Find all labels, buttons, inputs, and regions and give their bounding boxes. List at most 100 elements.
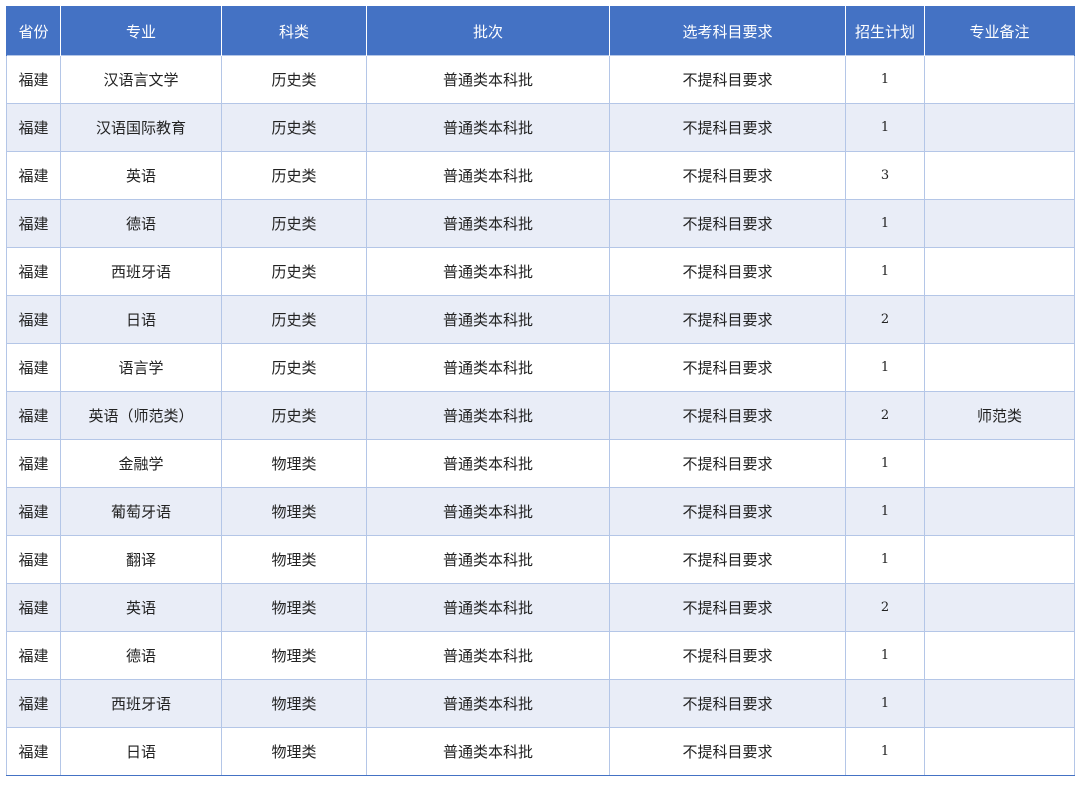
header-enrollment-plan: 招生计划 (845, 6, 925, 56)
table-row: 福建 翻译 物理类 普通类本科批 不提科目要求 1 (6, 535, 1075, 584)
cell-major: 葡萄牙语 (60, 487, 222, 536)
cell-batch: 普通类本科批 (366, 295, 610, 344)
cell-batch: 普通类本科批 (366, 535, 610, 584)
cell-elective-requirement: 不提科目要求 (609, 583, 846, 632)
table-header: 省份 专业 科类 批次 选考科目要求 招生计划 专业备注 (6, 6, 1075, 56)
cell-major-note (924, 199, 1075, 248)
cell-province: 福建 (6, 487, 61, 536)
cell-major-note (924, 727, 1075, 776)
table-row: 福建 西班牙语 历史类 普通类本科批 不提科目要求 1 (6, 247, 1075, 296)
header-batch: 批次 (366, 6, 610, 56)
cell-province: 福建 (6, 103, 61, 152)
cell-batch: 普通类本科批 (366, 199, 610, 248)
header-major: 专业 (60, 6, 222, 56)
cell-enrollment-plan: 1 (845, 535, 925, 584)
cell-elective-requirement: 不提科目要求 (609, 199, 846, 248)
header-province: 省份 (6, 6, 61, 56)
table-row: 福建 西班牙语 物理类 普通类本科批 不提科目要求 1 (6, 679, 1075, 728)
cell-province: 福建 (6, 55, 61, 104)
cell-enrollment-plan: 2 (845, 391, 925, 440)
cell-enrollment-plan: 1 (845, 343, 925, 392)
header-row: 省份 专业 科类 批次 选考科目要求 招生计划 专业备注 (6, 6, 1075, 56)
cell-enrollment-plan: 1 (845, 439, 925, 488)
cell-enrollment-plan: 1 (845, 679, 925, 728)
cell-elective-requirement: 不提科目要求 (609, 55, 846, 104)
cell-major-note (924, 151, 1075, 200)
cell-major: 汉语国际教育 (60, 103, 222, 152)
cell-elective-requirement: 不提科目要求 (609, 343, 846, 392)
cell-major: 语言学 (60, 343, 222, 392)
table-row: 福建 英语 物理类 普通类本科批 不提科目要求 2 (6, 583, 1075, 632)
cell-enrollment-plan: 1 (845, 199, 925, 248)
header-subject-category: 科类 (221, 6, 367, 56)
cell-subject-category: 物理类 (221, 631, 367, 680)
cell-enrollment-plan: 2 (845, 583, 925, 632)
cell-major-note (924, 295, 1075, 344)
cell-province: 福建 (6, 727, 61, 776)
table-row: 福建 语言学 历史类 普通类本科批 不提科目要求 1 (6, 343, 1075, 392)
cell-province: 福建 (6, 343, 61, 392)
cell-major-note (924, 679, 1075, 728)
cell-subject-category: 历史类 (221, 391, 367, 440)
table-body: 福建 汉语言文学 历史类 普通类本科批 不提科目要求 1 福建 汉语国际教育 历史类 普通类本科批… (6, 55, 1075, 776)
cell-subject-category: 历史类 (221, 343, 367, 392)
cell-province: 福建 (6, 583, 61, 632)
table-row: 福建 日语 物理类 普通类本科批 不提科目要求 1 (6, 727, 1075, 776)
table-row: 福建 日语 历史类 普通类本科批 不提科目要求 2 (6, 295, 1075, 344)
cell-elective-requirement: 不提科目要求 (609, 679, 846, 728)
cell-province: 福建 (6, 631, 61, 680)
cell-province: 福建 (6, 295, 61, 344)
cell-major-note: 师范类 (924, 391, 1075, 440)
cell-elective-requirement: 不提科目要求 (609, 439, 846, 488)
cell-province: 福建 (6, 439, 61, 488)
table-row: 福建 德语 物理类 普通类本科批 不提科目要求 1 (6, 631, 1075, 680)
cell-elective-requirement: 不提科目要求 (609, 295, 846, 344)
cell-batch: 普通类本科批 (366, 583, 610, 632)
cell-enrollment-plan: 1 (845, 727, 925, 776)
cell-major-note (924, 55, 1075, 104)
cell-major: 德语 (60, 631, 222, 680)
cell-province: 福建 (6, 247, 61, 296)
cell-major-note (924, 103, 1075, 152)
cell-subject-category: 物理类 (221, 727, 367, 776)
cell-batch: 普通类本科批 (366, 487, 610, 536)
cell-enrollment-plan: 2 (845, 295, 925, 344)
cell-subject-category: 物理类 (221, 679, 367, 728)
cell-major-note (924, 631, 1075, 680)
cell-major: 德语 (60, 199, 222, 248)
table-row: 福建 汉语言文学 历史类 普通类本科批 不提科目要求 1 (6, 55, 1075, 104)
table-row: 福建 金融学 物理类 普通类本科批 不提科目要求 1 (6, 439, 1075, 488)
cell-major-note (924, 439, 1075, 488)
cell-major: 西班牙语 (60, 247, 222, 296)
cell-elective-requirement: 不提科目要求 (609, 727, 846, 776)
cell-major: 英语（师范类） (60, 391, 222, 440)
cell-enrollment-plan: 3 (845, 151, 925, 200)
cell-major-note (924, 583, 1075, 632)
cell-major: 翻译 (60, 535, 222, 584)
cell-major-note (924, 247, 1075, 296)
cell-batch: 普通类本科批 (366, 679, 610, 728)
cell-elective-requirement: 不提科目要求 (609, 391, 846, 440)
cell-province: 福建 (6, 535, 61, 584)
cell-major-note (924, 343, 1075, 392)
table-row: 福建 葡萄牙语 物理类 普通类本科批 不提科目要求 1 (6, 487, 1075, 536)
cell-subject-category: 物理类 (221, 439, 367, 488)
cell-major-note (924, 487, 1075, 536)
cell-elective-requirement: 不提科目要求 (609, 151, 846, 200)
cell-batch: 普通类本科批 (366, 631, 610, 680)
admission-plan-table: 省份 专业 科类 批次 选考科目要求 招生计划 专业备注 福建 汉语言文学 历史类普… (6, 6, 1075, 776)
header-elective-requirement: 选考科目要求 (609, 6, 846, 56)
cell-major: 日语 (60, 295, 222, 344)
cell-subject-category: 历史类 (221, 247, 367, 296)
cell-subject-category: 历史类 (221, 151, 367, 200)
cell-major: 英语 (60, 151, 222, 200)
cell-elective-requirement: 不提科目要求 (609, 535, 846, 584)
cell-subject-category: 历史类 (221, 103, 367, 152)
header-major-note: 专业备注 (924, 6, 1075, 56)
cell-subject-category: 历史类 (221, 199, 367, 248)
cell-major: 西班牙语 (60, 679, 222, 728)
cell-major: 英语 (60, 583, 222, 632)
cell-enrollment-plan: 1 (845, 55, 925, 104)
cell-enrollment-plan: 1 (845, 103, 925, 152)
cell-elective-requirement: 不提科目要求 (609, 247, 846, 296)
